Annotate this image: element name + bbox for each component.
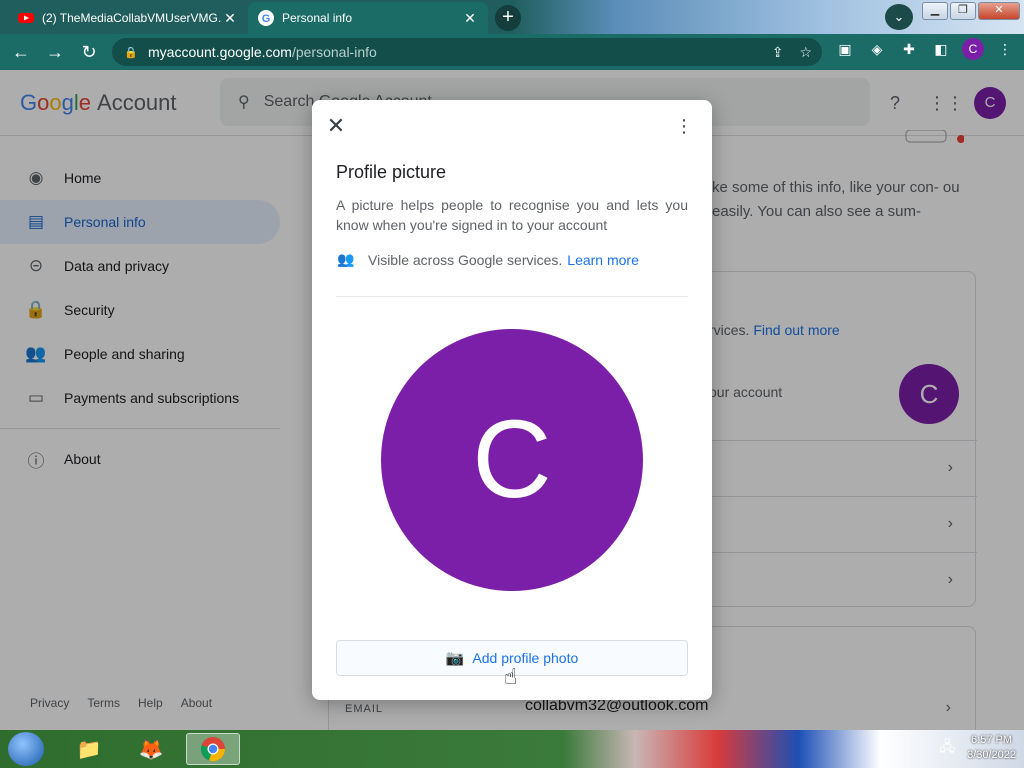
system-tray: 🖧 6:57 PM 3/30/2022 xyxy=(939,733,1016,763)
sidepanel-icon[interactable]: ◧ xyxy=(930,38,952,60)
url-path: /personal-info xyxy=(291,44,377,60)
close-icon[interactable]: ✕ xyxy=(324,114,348,138)
ublock-icon[interactable]: ◈ xyxy=(866,38,888,60)
add-profile-photo-label: Add profile photo xyxy=(472,650,579,666)
profile-picture-dialog: ✕ ⋮ Profile picture A picture helps peop… xyxy=(312,100,712,700)
chrome-icon[interactable] xyxy=(186,733,240,765)
window-close-button[interactable]: ✕ xyxy=(978,2,1020,20)
puzzle-icon[interactable]: ✚ xyxy=(898,38,920,60)
clock-time: 6:57 PM xyxy=(971,734,1013,746)
dialog-title: Profile picture xyxy=(336,162,447,182)
google-icon: G xyxy=(258,10,274,26)
forward-arrow-icon[interactable]: → xyxy=(42,39,68,65)
star-icon[interactable]: ☆ xyxy=(799,44,812,61)
share-icon[interactable]: ⇪ xyxy=(772,44,784,61)
divider xyxy=(336,296,688,297)
youtube-icon xyxy=(18,13,34,23)
address-bar[interactable]: 🔒 myaccount.google.com/personal-info ⇪ ☆ xyxy=(112,38,822,66)
kebab-menu-icon[interactable]: ⋮ xyxy=(994,38,1016,60)
new-tab-button[interactable]: + xyxy=(495,5,521,31)
maximize-button[interactable]: ❐ xyxy=(950,2,976,20)
extension-icon[interactable]: ▣ xyxy=(834,38,856,60)
back-arrow-icon[interactable]: ← xyxy=(8,39,34,65)
dialog-description: A picture helps people to recognise you … xyxy=(336,197,688,233)
start-button[interactable] xyxy=(8,732,44,766)
people-icon: 👥 xyxy=(337,251,355,267)
close-icon[interactable]: ✕ xyxy=(462,10,478,27)
clock[interactable]: 6:57 PM 3/30/2022 xyxy=(967,733,1016,763)
visibility-note: 👥 Visible across Google services. Learn … xyxy=(336,251,639,268)
add-photo-icon: 📷 xyxy=(445,650,465,667)
tab-title: Personal info xyxy=(282,11,353,25)
svg-text:G: G xyxy=(262,13,271,25)
lock-icon: 🔒 xyxy=(124,46,138,59)
close-icon[interactable]: ✕ xyxy=(222,10,238,27)
file-explorer-icon[interactable]: 📁 xyxy=(62,733,116,765)
reload-icon[interactable]: ↻ xyxy=(76,39,102,65)
chevron-down-icon[interactable]: ⌄ xyxy=(885,4,913,30)
page: GoogleAccount ⚲ Search Google Account ? … xyxy=(0,70,1024,730)
browser-tab-strip: (2) TheMediaCollabVMUserVMG... ✕ G Perso… xyxy=(0,0,1024,34)
learn-more-link[interactable]: Learn more xyxy=(567,252,639,268)
visibility-text: Visible across Google services. xyxy=(368,251,563,268)
profile-avatar[interactable]: C xyxy=(962,38,984,60)
window-controls: ▁ ❐ ✕ xyxy=(922,2,1020,20)
profile-picture-avatar: C xyxy=(381,329,643,591)
chrome-logo-icon xyxy=(200,737,226,762)
hand-cursor-icon: ☝ xyxy=(504,664,518,689)
browser-toolbar: ← → ↻ 🔒 myaccount.google.com/personal-in… xyxy=(0,34,1024,70)
clock-date: 3/30/2022 xyxy=(967,749,1016,761)
more-options-icon[interactable]: ⋮ xyxy=(672,114,696,138)
url-domain: myaccount.google.com xyxy=(148,44,292,60)
windows-taskbar: 📁 🦊 🖧 6:57 PM 3/30/2022 xyxy=(0,730,1024,768)
network-icon[interactable]: 🖧 xyxy=(939,736,955,760)
tab-youtube[interactable]: (2) TheMediaCollabVMUserVMG... ✕ xyxy=(8,2,248,34)
extensions-area: ▣ ◈ ✚ ◧ C ⋮ xyxy=(834,38,1016,60)
firefox-icon[interactable]: 🦊 xyxy=(124,733,178,765)
tab-title: (2) TheMediaCollabVMUserVMG... xyxy=(42,11,222,25)
minimize-button[interactable]: ▁ xyxy=(922,2,948,20)
tab-personal-info[interactable]: G Personal info ✕ xyxy=(248,2,488,34)
